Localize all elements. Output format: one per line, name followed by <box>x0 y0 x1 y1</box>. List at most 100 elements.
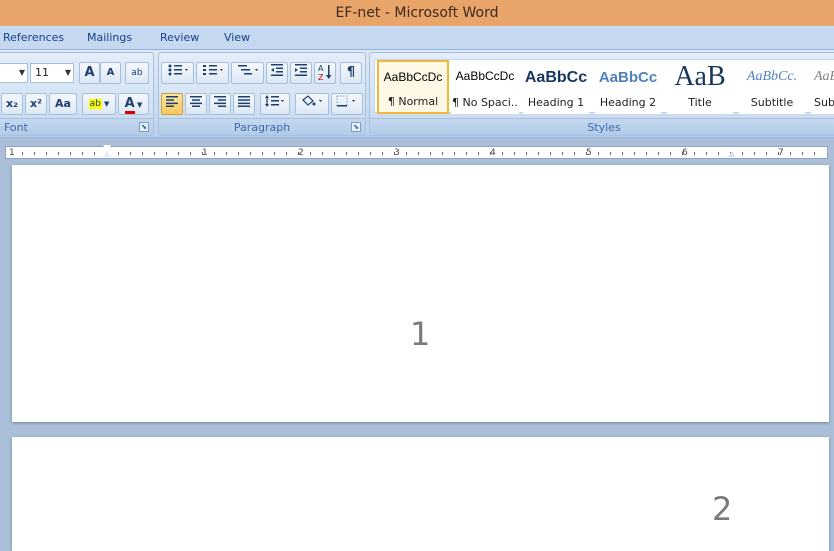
ruler-tick <box>58 152 59 155</box>
style-name: ¶ Normal <box>387 95 439 108</box>
chevron-down-icon: ▼ <box>101 100 110 108</box>
ruler-tick <box>190 152 191 155</box>
paragraph-dialog-launcher[interactable]: ⬊ <box>351 122 361 132</box>
ruler-tick <box>778 152 779 155</box>
ruler-tick <box>466 152 467 155</box>
font-color-icon: A <box>124 96 135 114</box>
ruler-tick <box>574 152 575 155</box>
ruler-tick <box>550 152 551 155</box>
document-page[interactable]: 2 <box>12 437 829 551</box>
ruler-tick <box>370 152 371 155</box>
borders-button[interactable] <box>331 93 363 115</box>
window-title: EF-net - Microsoft Word <box>0 0 834 26</box>
ruler-tick <box>358 152 359 155</box>
subscript-icon: x₂ <box>6 97 18 110</box>
ruler-tick <box>226 152 227 155</box>
ruler-tick <box>202 152 203 155</box>
style-normal[interactable]: AaBbCcDc ¶ Normal <box>377 60 449 114</box>
ruler-tick <box>502 152 503 155</box>
increase-indent-button[interactable] <box>290 62 312 84</box>
tab-references[interactable]: References <box>3 31 64 44</box>
tab-review[interactable]: Review <box>160 31 199 44</box>
document-page[interactable]: 1 <box>12 165 829 422</box>
decrease-indent-icon <box>271 64 283 76</box>
ruler-tick <box>262 152 263 155</box>
borders-icon <box>336 95 355 107</box>
ruler-tick <box>694 152 695 155</box>
numbering-button[interactable] <box>196 62 229 84</box>
svg-text:Z: Z <box>318 73 324 81</box>
bullets-icon <box>168 64 188 76</box>
style-title[interactable]: AaB Title <box>667 60 733 114</box>
ruler-tick <box>802 152 803 155</box>
style-name: Heading 1 <box>527 96 585 109</box>
ruler-tick <box>178 152 179 155</box>
style-heading-2[interactable]: AaBbCc Heading 2 <box>595 60 661 114</box>
ruler-tick <box>454 152 455 155</box>
line-spacing-button[interactable] <box>260 93 290 115</box>
justify-button[interactable] <box>233 93 255 115</box>
ruler-tick <box>334 152 335 155</box>
shading-button[interactable] <box>295 93 329 115</box>
ruler-tick <box>394 152 395 155</box>
paint-bucket-icon <box>302 95 322 106</box>
page-number: 2 <box>712 490 733 528</box>
shrink-font-icon: A <box>106 67 115 78</box>
ruler-tick <box>562 152 563 155</box>
style-heading-1[interactable]: AaBbCc Heading 1 <box>523 60 589 114</box>
style-subtitle[interactable]: AaBbCc. Subtitle <box>739 60 805 114</box>
ruler-tick <box>586 152 587 155</box>
ruler-tick <box>118 152 119 155</box>
ruler-tick <box>322 152 323 155</box>
align-right-icon <box>214 96 226 107</box>
tab-mailings[interactable]: Mailings <box>87 31 132 44</box>
styles-group-label: Styles <box>370 118 834 135</box>
ribbon-tabs: References Mailings Review View <box>0 26 834 50</box>
show-hide-marks-button[interactable]: ¶ <box>340 62 362 84</box>
ruler-bar[interactable]: 1 1 2 3 4 5 6 7 <box>5 145 828 159</box>
ruler-tick <box>814 152 815 155</box>
superscript-button[interactable]: x² <box>25 93 47 115</box>
style-name: Title <box>688 96 712 109</box>
right-indent-marker[interactable] <box>728 151 736 157</box>
left-indent-marker[interactable] <box>103 151 111 157</box>
ruler-tick <box>418 152 419 155</box>
font-group: ▼ 11 ▼ A A ab x₂ x² Aa ab ▼ A ▼ Font ⬊ <box>0 52 154 136</box>
multilevel-list-button[interactable] <box>231 62 264 84</box>
clear-formatting-button[interactable]: ab <box>125 62 149 84</box>
ruler-tick <box>790 152 791 155</box>
ruler-tick <box>766 152 767 155</box>
change-case-button[interactable]: Aa <box>49 93 77 115</box>
paragraph-group-label: Paragraph <box>159 118 365 135</box>
align-center-button[interactable] <box>185 93 207 115</box>
ruler-tick <box>94 152 95 155</box>
decrease-indent-button[interactable] <box>266 62 288 84</box>
style-name: Subt <box>814 96 834 109</box>
sort-button[interactable]: AZ <box>314 62 336 84</box>
style-subtle-emphasis[interactable]: AaBl Subt <box>811 60 834 114</box>
chevron-down-icon: ▼ <box>134 101 143 109</box>
font-size-combo[interactable]: 11 ▼ <box>30 63 74 83</box>
font-name-combo[interactable]: ▼ <box>0 63 28 83</box>
shrink-font-button[interactable]: A <box>100 62 121 84</box>
ruler-tick <box>610 152 611 155</box>
ribbon: ▼ 11 ▼ A A ab x₂ x² Aa ab ▼ A ▼ Font ⬊ A… <box>0 50 834 138</box>
align-right-button[interactable] <box>209 93 231 115</box>
multilevel-list-icon <box>237 65 258 75</box>
styles-group: AaBbCcDc ¶ Normal AaBbCcDc ¶ No Spaci...… <box>369 52 834 136</box>
chevron-down-icon: ▼ <box>64 68 71 77</box>
font-color-button[interactable]: A ▼ <box>118 93 149 115</box>
ruler-tick <box>286 152 287 155</box>
highlight-button[interactable]: ab ▼ <box>82 93 116 115</box>
bullets-button[interactable] <box>161 62 194 84</box>
highlighter-icon: ab <box>88 99 102 109</box>
style-no-spacing[interactable]: AaBbCcDc ¶ No Spaci... <box>451 60 519 114</box>
font-dialog-launcher[interactable]: ⬊ <box>139 122 149 132</box>
ruler-tick <box>406 152 407 155</box>
subscript-button[interactable]: x₂ <box>1 93 23 115</box>
grow-font-button[interactable]: A <box>79 62 100 84</box>
change-case-icon: Aa <box>55 97 71 110</box>
style-sample: AaBbCcDc <box>455 69 515 83</box>
align-left-button[interactable] <box>161 93 183 115</box>
tab-view[interactable]: View <box>224 31 250 44</box>
